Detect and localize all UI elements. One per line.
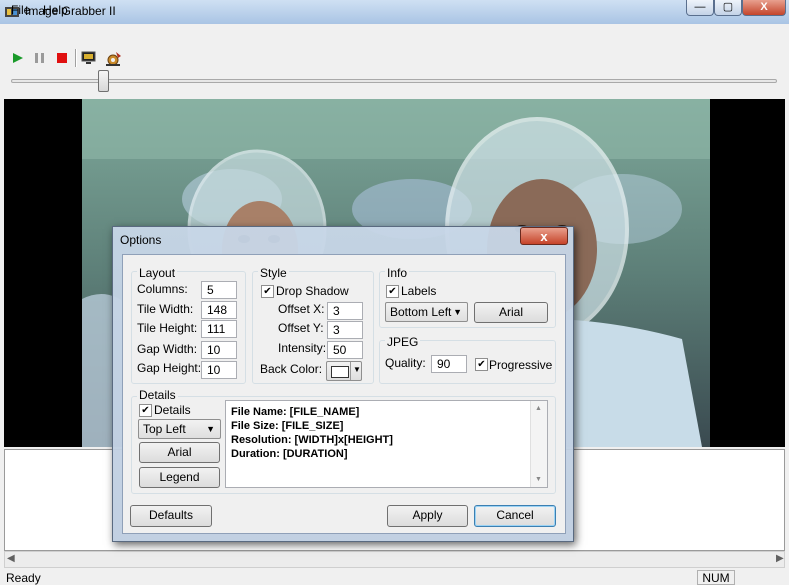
scroll-right-icon[interactable]: ▶ xyxy=(776,553,784,564)
monitor-icon xyxy=(81,51,96,64)
columns-field[interactable]: 5 xyxy=(201,281,237,299)
gap-width-label: Gap Width: xyxy=(137,342,198,356)
apply-button[interactable]: Apply xyxy=(387,505,468,527)
template-line: File Size: [FILE_SIZE] xyxy=(231,420,344,432)
status-bar xyxy=(0,569,789,585)
details-position-value: Top Left xyxy=(143,422,186,436)
template-lines: File Name: [FILE_NAME] File Size: [FILE_… xyxy=(231,405,393,461)
tile-width-field[interactable]: 148 xyxy=(201,301,237,319)
dialog-close-button[interactable]: x xyxy=(520,227,568,245)
scroll-down-icon[interactable]: ▼ xyxy=(535,476,542,483)
drop-shadow-checkbox[interactable]: ✔ xyxy=(261,285,274,298)
details-position-select[interactable]: Top Left ▼ xyxy=(138,419,221,439)
layout-group-title: Layout xyxy=(137,266,178,280)
pause-button[interactable] xyxy=(31,50,49,66)
play-button[interactable] xyxy=(9,50,27,66)
columns-label: Columns: xyxy=(137,282,188,296)
close-icon: X xyxy=(760,1,768,13)
jpeg-group-title: JPEG xyxy=(385,335,421,349)
legend-button[interactable]: Legend xyxy=(139,467,220,488)
intensity-label: Intensity: xyxy=(278,341,327,355)
details-label: Details xyxy=(154,403,191,417)
drop-shadow-label: Drop Shadow xyxy=(276,284,349,298)
window-title: Image Grabber II xyxy=(25,4,116,18)
status-text: Ready xyxy=(6,571,41,585)
settings-icon xyxy=(106,52,121,66)
seek-slider-thumb[interactable] xyxy=(98,70,109,92)
info-font-button[interactable]: Arial xyxy=(474,302,548,323)
gap-width-field[interactable]: 10 xyxy=(201,341,237,359)
stop-icon xyxy=(57,53,67,63)
play-icon xyxy=(13,53,23,63)
monitor-button[interactable] xyxy=(80,50,98,66)
num-lock-indicator: NUM xyxy=(697,570,735,585)
labels-checkbox[interactable]: ✔ xyxy=(386,285,399,298)
menu-file[interactable]: File xyxy=(11,3,30,17)
maximize-button[interactable]: ▢ xyxy=(714,0,742,16)
details-group-title: Details xyxy=(137,388,178,402)
maximize-icon: ▢ xyxy=(722,1,734,13)
info-position-value: Bottom Left xyxy=(390,305,452,319)
labels-label: Labels xyxy=(401,284,437,298)
tile-height-label: Tile Height: xyxy=(137,321,198,335)
back-color-picker[interactable]: ▼ xyxy=(326,361,362,381)
info-group-title: Info xyxy=(385,266,410,280)
offset-x-label: Offset X: xyxy=(278,302,325,316)
chevron-down-icon: ▼ xyxy=(353,365,361,374)
progressive-label: Progressive xyxy=(489,358,553,372)
progressive-checkbox[interactable]: ✔ xyxy=(475,358,488,371)
details-font-button[interactable]: Arial xyxy=(139,442,220,463)
template-line: Resolution: [WIDTH]x[HEIGHT] xyxy=(231,434,393,446)
color-swatch xyxy=(331,366,349,378)
title-bar xyxy=(0,0,789,24)
details-template-textarea[interactable]: File Name: [FILE_NAME] File Size: [FILE_… xyxy=(225,400,548,488)
close-icon: x xyxy=(540,229,548,244)
info-position-select[interactable]: Bottom Left ▼ xyxy=(385,302,468,322)
tile-width-label: Tile Width: xyxy=(137,302,194,316)
template-line: Duration: [DURATION] xyxy=(231,448,348,460)
gap-height-field[interactable]: 10 xyxy=(201,361,237,379)
dialog-title: Options xyxy=(120,233,162,247)
vertical-scrollbar[interactable]: ▲ ▼ xyxy=(530,401,547,487)
horizontal-scrollbar[interactable] xyxy=(4,551,785,568)
pause-icon xyxy=(35,53,44,63)
chevron-down-icon: ▼ xyxy=(206,424,215,434)
toolbar-separator xyxy=(75,49,77,67)
template-line: File Name: [FILE_NAME] xyxy=(231,406,360,418)
style-group-title: Style xyxy=(258,266,289,280)
back-color-label: Back Color: xyxy=(260,362,323,376)
tile-height-field[interactable]: 111 xyxy=(201,320,237,338)
defaults-button[interactable]: Defaults xyxy=(130,505,212,527)
seek-slider[interactable] xyxy=(11,79,777,83)
menu-help[interactable]: Help xyxy=(43,3,68,17)
close-button[interactable]: X xyxy=(742,0,786,16)
offset-y-label: Offset Y: xyxy=(278,321,324,335)
minimize-button[interactable]: — xyxy=(686,0,714,16)
quality-field[interactable]: 90 xyxy=(431,355,467,373)
scroll-left-icon[interactable]: ◀ xyxy=(7,553,15,564)
minimize-icon: — xyxy=(694,1,706,13)
menu-bar xyxy=(0,24,789,44)
offset-x-field[interactable]: 3 xyxy=(327,302,363,320)
cancel-button[interactable]: Cancel xyxy=(474,505,556,527)
offset-y-field[interactable]: 3 xyxy=(327,321,363,339)
settings-button[interactable] xyxy=(104,50,122,66)
scroll-up-icon[interactable]: ▲ xyxy=(535,405,542,412)
gap-height-label: Gap Height: xyxy=(137,361,202,375)
details-checkbox[interactable]: ✔ xyxy=(139,404,152,417)
stop-button[interactable] xyxy=(54,50,72,66)
intensity-field[interactable]: 50 xyxy=(327,341,363,359)
chevron-down-icon: ▼ xyxy=(453,307,462,317)
quality-label: Quality: xyxy=(385,356,426,370)
